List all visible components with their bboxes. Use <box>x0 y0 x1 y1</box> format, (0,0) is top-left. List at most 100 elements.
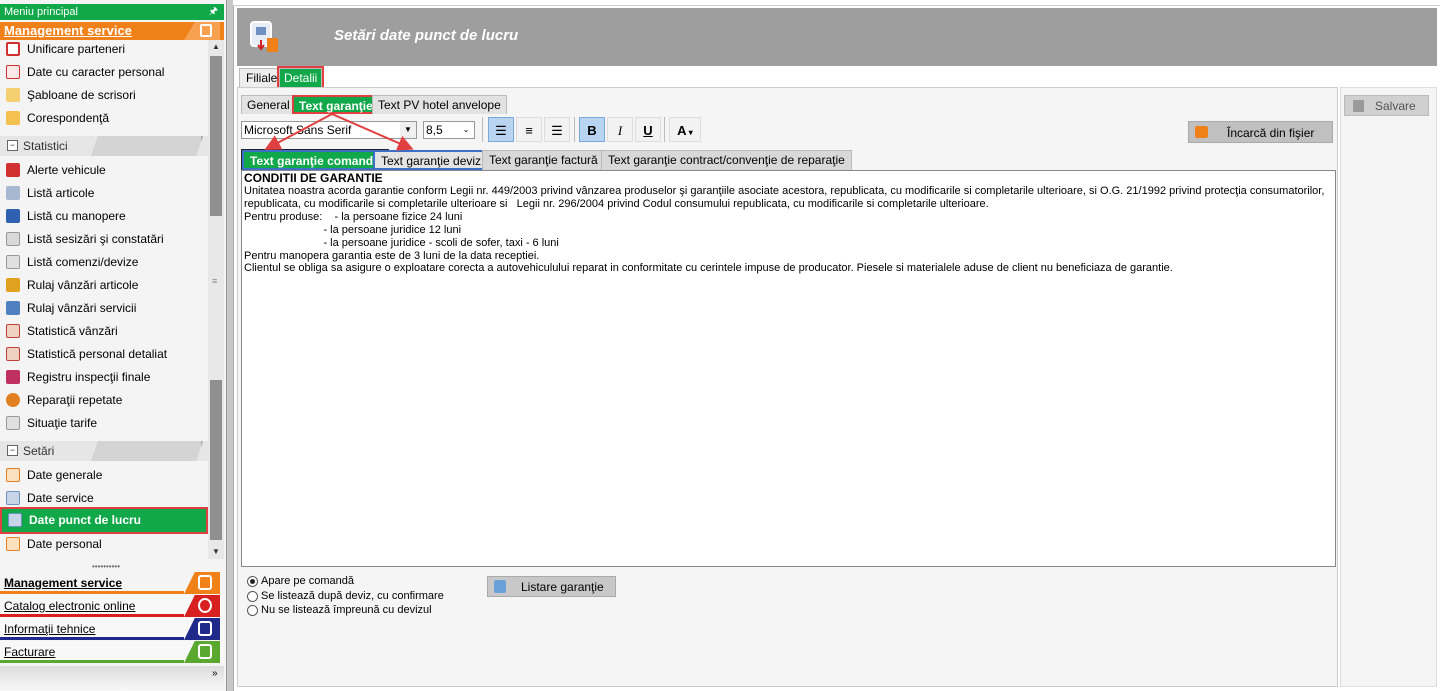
align-right-button[interactable]: ☰ <box>544 117 570 142</box>
tab-text-pv-hotel-anvelope[interactable]: Text PV hotel anvelope <box>372 95 507 114</box>
sidebar-item-label: Date service <box>27 491 94 505</box>
sidebar-item-lista-sesizari[interactable]: Listă sesizări şi constatări <box>0 228 208 250</box>
tab-text-garantie-deviz[interactable]: Text garanţie deviz <box>373 150 490 170</box>
tab-text-garantie[interactable]: Text garanţie <box>292 95 380 114</box>
tab-text-garantie-contract[interactable]: Text garanţie contract/convenţie de repa… <box>601 150 852 170</box>
sidebar-item-label: Registru inspecţii finale <box>27 370 151 384</box>
tab-text-garantie-factura[interactable]: Text garanţie factură <box>482 150 605 170</box>
editor-line: Pentru produse: - la persoane fizice 24 … <box>244 210 463 223</box>
tab-general[interactable]: General <box>241 95 296 114</box>
sidebar-item-date-service[interactable]: Date service <box>0 487 208 509</box>
radio-apare-pe-comanda[interactable]: Apare pe comandă <box>247 575 354 588</box>
sidebar-item-label: Date cu caracter personal <box>27 65 165 79</box>
sidebar-item-date-personal[interactable]: Date personal <box>0 533 208 555</box>
print-warranty-button[interactable]: Listare garanţie <box>487 576 616 597</box>
section-label: Statistici <box>23 139 68 153</box>
scroll-thumb[interactable] <box>210 56 222 216</box>
sidebar-item-sabloane-scrisori[interactable]: Şabloane de scrisori <box>0 84 208 106</box>
sidebar-item-registru-inspectii[interactable]: Registru inspecţii finale <box>0 366 208 388</box>
font-size-select[interactable]: 8,5 ⌄ <box>423 121 475 139</box>
font-family-select[interactable]: Microsoft Sans Serif ▼ <box>241 121 417 139</box>
sidebar-item-alerte-vehicule[interactable]: Alerte vehicule <box>0 159 208 181</box>
font-color-label: A <box>677 123 687 138</box>
editor-line: - la persoane juridice - scoli de sofer,… <box>244 236 559 249</box>
sidebar-item-label: Date personal <box>27 537 102 551</box>
scroll-down-icon[interactable]: ▼ <box>210 545 222 559</box>
radio-label: Nu se listează împreună cu devizul <box>261 604 432 616</box>
sidebar-item-reparatii-repetate[interactable]: Reparaţii repetate <box>0 389 208 411</box>
underline-button[interactable]: U <box>635 117 661 142</box>
sidebar-item-situatie-tarife[interactable]: Situaţie tarife <box>0 412 208 434</box>
chevron-down-icon: ▾ <box>686 128 693 137</box>
sidebar-item-lista-manopere[interactable]: Listă cu manopere <box>0 205 208 227</box>
sidebar-item-statistica-vanzari[interactable]: Statistică vânzări <box>0 320 208 342</box>
checklist-icon <box>6 232 20 246</box>
nav-management-service[interactable]: Management service <box>0 572 224 594</box>
sidebar-item-rulaj-servicii[interactable]: Rulaj vânzări servicii <box>0 297 208 319</box>
splitter-grip[interactable]: •••••••••• <box>92 562 120 571</box>
order-list-icon <box>6 255 20 269</box>
print-icon <box>494 580 506 593</box>
nav-informatii-tehnice[interactable]: Informaţii tehnice <box>0 618 224 640</box>
actions-column <box>1340 87 1437 687</box>
section-statistici[interactable]: − Statistici <box>0 136 208 156</box>
collapse-icon[interactable]: − <box>7 445 18 456</box>
sidebar-item-unificare-parteneri[interactable]: Unificare parteneri <box>0 40 208 60</box>
sidebar-item-label: Reparaţii repetate <box>27 393 123 407</box>
more-options-icon[interactable]: » <box>212 668 218 679</box>
sidebar-item-date-generale[interactable]: Date generale <box>0 464 208 486</box>
editor-line: Clientul se obliga sa asigure o exploata… <box>244 262 1173 275</box>
pin-icon[interactable]: 🖈 <box>209 6 218 18</box>
save-button-label: Salvare <box>1375 99 1416 113</box>
align-center-button[interactable]: ≡ <box>516 117 542 142</box>
tab-text-garantie-comanda[interactable]: Text garanţie comandă <box>241 149 389 171</box>
inspection-register-icon <box>6 370 20 384</box>
management-service-header[interactable]: Management service <box>0 22 224 40</box>
collapse-icon[interactable]: − <box>7 140 18 151</box>
sidebar-item-label: Rulaj vânzări articole <box>27 278 139 292</box>
radio-listeaza-dupa-deviz[interactable]: Se listează după deviz, cu confirmare <box>247 590 444 603</box>
load-from-file-button[interactable]: Încarcă din fişier <box>1188 121 1333 143</box>
management-service-header-label: Management service <box>4 23 132 38</box>
toolbar-separator <box>482 117 483 142</box>
sidebar-item-date-punct-lucru[interactable]: Date punct de lucru <box>0 507 208 534</box>
sidebar-item-label: Rulaj vânzări servicii <box>27 301 137 315</box>
sidebar-item-date-caracter-personal[interactable]: Date cu caracter personal <box>0 61 208 83</box>
personnel-icon <box>6 537 20 551</box>
technical-info-icon <box>184 618 220 640</box>
editor-heading: CONDITII DE GARANTIE <box>244 171 383 185</box>
sidebar-item-lista-articole[interactable]: Listă articole <box>0 182 208 204</box>
sidebar-item-label: Unificare parteneri <box>27 42 126 56</box>
tab-filiale[interactable]: Filiale <box>239 68 285 87</box>
nav-catalog-electronic[interactable]: Catalog electronic online <box>0 595 224 617</box>
personal-data-icon <box>6 65 20 79</box>
sidebar-item-label: Listă sesizări şi constatări <box>27 232 164 246</box>
italic-button[interactable]: I <box>607 117 633 142</box>
sidebar-item-lista-comenzi[interactable]: Listă comenzi/devize <box>0 251 208 273</box>
font-color-button[interactable]: A ▾ <box>669 117 701 142</box>
top-strip <box>233 0 1440 6</box>
save-button[interactable]: Salvare <box>1344 95 1429 116</box>
section-setari[interactable]: − Setări <box>0 441 208 461</box>
scroll-up-icon[interactable]: ▲ <box>210 40 222 54</box>
toolbar-separator <box>664 117 665 142</box>
warranty-text-editor[interactable]: CONDITII DE GARANTIE Unitatea noastra ac… <box>241 170 1336 567</box>
sidebar-item-label: Corespondenţă <box>27 111 110 125</box>
sidebar-item-corespondenta[interactable]: Corespondenţă <box>0 107 208 129</box>
page-header: Setări date punct de lucru <box>237 8 1437 66</box>
service-data-icon <box>6 491 20 505</box>
align-left-button[interactable]: ☰ <box>488 117 514 142</box>
toolbar-separator <box>574 117 575 142</box>
align-left-icon: ☰ <box>495 123 507 138</box>
sidebar-item-statistica-personal[interactable]: Statistică personal detaliat <box>0 343 208 365</box>
sidebar-item-label: Alerte vehicule <box>27 163 106 177</box>
sidebar-item-rulaj-articole[interactable]: Rulaj vânzări articole <box>0 274 208 296</box>
tab-detalii[interactable]: Detalii <box>276 66 325 89</box>
bold-button[interactable]: B <box>579 117 605 142</box>
nav-facturare[interactable]: Facturare <box>0 641 224 663</box>
sidebar-scrollbar[interactable]: ▲ ≡ ▼ <box>208 40 224 559</box>
nav-label: Facturare <box>4 645 56 659</box>
radio-nu-listeaza[interactable]: Nu se listează împreună cu devizul <box>247 604 432 617</box>
merge-partners-icon <box>6 42 20 56</box>
sidebar-item-label: Listă comenzi/devize <box>27 255 139 269</box>
